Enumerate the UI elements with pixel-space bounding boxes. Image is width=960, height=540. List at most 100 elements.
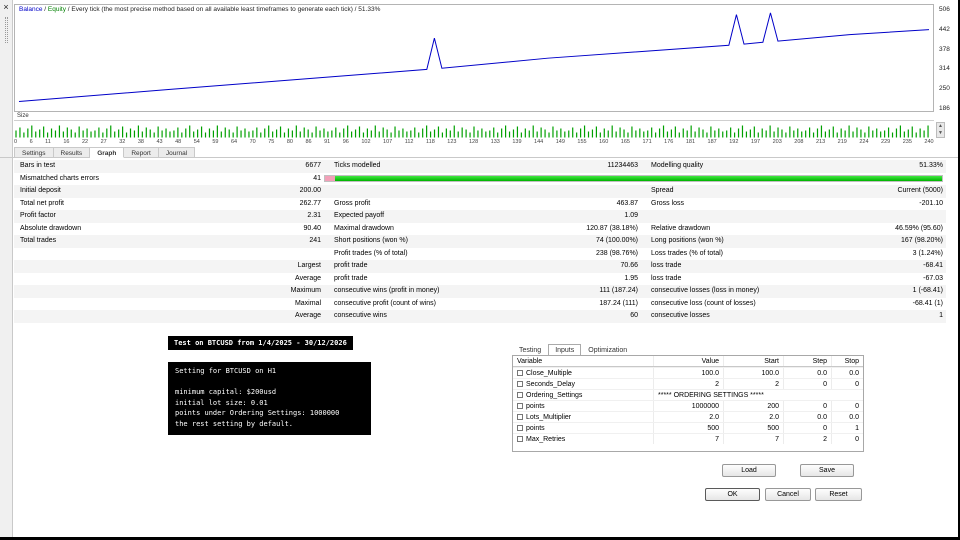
param-start[interactable]: 2 bbox=[723, 379, 783, 389]
variable-cell: points bbox=[513, 423, 653, 433]
input-row: Close_Multiple 100.0 100.0 0.0 0.0 bbox=[513, 367, 863, 378]
report-row: Profit factor 2.31 Expected payoff 1.09 bbox=[14, 210, 946, 223]
tester-tab-journal[interactable]: Journal bbox=[158, 147, 196, 158]
variable-name: points bbox=[526, 424, 545, 432]
param-value[interactable]: 1000000 bbox=[653, 401, 723, 411]
report-label bbox=[641, 210, 846, 223]
param-start[interactable]: 2.0 bbox=[723, 412, 783, 422]
spinner-down-icon[interactable]: ▼ bbox=[937, 130, 944, 137]
reset-button[interactable]: Reset bbox=[815, 488, 862, 501]
input-row: Max_Retries 7 7 2 0 bbox=[513, 433, 863, 444]
column-header-variable: Variable bbox=[517, 358, 543, 365]
param-value[interactable]: 100.0 bbox=[653, 368, 723, 378]
x-axis-tick: 75 bbox=[268, 139, 275, 145]
param-step[interactable]: 0 bbox=[783, 379, 831, 389]
x-axis-tick: 160 bbox=[599, 139, 609, 145]
param-start[interactable]: 500 bbox=[723, 423, 783, 433]
report-label: Ticks modelled bbox=[334, 162, 381, 169]
param-value[interactable]: 2 bbox=[653, 379, 723, 389]
optimize-checkbox[interactable] bbox=[517, 403, 523, 409]
param-start[interactable]: 7 bbox=[723, 434, 783, 444]
param-start[interactable]: 200 bbox=[723, 401, 783, 411]
x-axis-tick: 107 bbox=[383, 139, 393, 145]
param-step[interactable]: 0 bbox=[783, 423, 831, 433]
x-axis-tick: 144 bbox=[534, 139, 544, 145]
report-label: loss trade bbox=[651, 274, 682, 282]
tester-tab-report[interactable]: Report bbox=[124, 147, 159, 158]
report-label: Loss trades (% of total) bbox=[651, 249, 723, 257]
param-step[interactable]: 0.0 bbox=[783, 412, 831, 422]
param-stop[interactable]: 0.0 bbox=[831, 368, 863, 378]
report-value: 120.87 (38.18%) bbox=[586, 224, 638, 232]
report-value: -67.03 bbox=[923, 274, 943, 282]
optimize-checkbox[interactable] bbox=[517, 436, 523, 442]
report-value: 200.00 bbox=[299, 187, 321, 194]
param-step[interactable]: 0.0 bbox=[783, 368, 831, 378]
optimize-checkbox[interactable] bbox=[517, 414, 523, 420]
report-value: 463.87 bbox=[616, 199, 638, 207]
report-value: 6677 bbox=[305, 162, 321, 169]
optimize-checkbox[interactable] bbox=[517, 392, 523, 398]
optimize-checkbox[interactable] bbox=[517, 425, 523, 431]
report-label: Modelling quality bbox=[651, 162, 704, 169]
report-value: 41 bbox=[313, 174, 321, 182]
param-step[interactable]: 0 bbox=[783, 401, 831, 411]
report-label: Gross loss bbox=[651, 199, 685, 207]
param-stop[interactable]: 0 bbox=[831, 401, 863, 411]
variable-cell: Seconds_Delay bbox=[513, 379, 653, 389]
x-axis-tick: 48 bbox=[175, 139, 182, 145]
size-scroll-spinner[interactable]: ▲ ▼ bbox=[936, 122, 945, 138]
report-row: Maximum consecutive wins (profit in money… bbox=[14, 285, 946, 298]
x-axis-tick: 240 bbox=[924, 139, 934, 145]
x-axis-tick: 219 bbox=[837, 139, 847, 145]
report-value: 241 bbox=[309, 237, 321, 244]
report-label: Bars in test bbox=[20, 162, 56, 169]
inputs-table-header: Variable Value Start Step Stop bbox=[513, 356, 863, 367]
optimize-checkbox[interactable] bbox=[517, 381, 523, 387]
save-button[interactable]: Save bbox=[800, 464, 854, 477]
param-stop[interactable]: 0 bbox=[831, 379, 863, 389]
variable-cell: Max_Retries bbox=[513, 434, 653, 444]
tester-tab-graph[interactable]: Graph bbox=[90, 147, 125, 158]
x-axis-tick: 128 bbox=[468, 139, 479, 145]
column-header-stop: Stop bbox=[831, 356, 863, 366]
param-value[interactable]: 2.0 bbox=[653, 412, 723, 422]
tester-tab-settings[interactable]: Settings bbox=[14, 147, 54, 158]
report-label: consecutive wins bbox=[334, 312, 387, 319]
report-value: Maximum bbox=[290, 287, 321, 294]
spinner-up-icon[interactable]: ▲ bbox=[937, 123, 944, 130]
optimize-checkbox[interactable] bbox=[517, 370, 523, 376]
report-label: Short positions (won %) bbox=[334, 237, 408, 244]
param-step[interactable]: 2 bbox=[783, 434, 831, 444]
x-axis-tick: 208 bbox=[794, 139, 804, 145]
param-start[interactable]: 100.0 bbox=[723, 368, 783, 378]
drag-grip[interactable] bbox=[4, 17, 8, 43]
cancel-button[interactable]: Cancel bbox=[765, 488, 811, 501]
x-axis-tick: 203 bbox=[772, 139, 782, 145]
load-button[interactable]: Load bbox=[722, 464, 776, 477]
param-value[interactable]: 500 bbox=[653, 423, 723, 433]
report-value: 74 (100.00%) bbox=[595, 237, 638, 244]
close-icon[interactable]: × bbox=[1, 2, 12, 13]
ok-button[interactable]: OK bbox=[705, 488, 760, 501]
column-header-start: Start bbox=[723, 356, 783, 366]
y-axis-labels: 506 442 378 314 250 186 bbox=[936, 6, 958, 112]
report-row: Largest profit trade 70.66 loss trade -68.41 bbox=[14, 260, 946, 273]
report-value: -201.10 bbox=[919, 199, 943, 207]
x-axis-tick: 192 bbox=[729, 139, 739, 145]
param-stop[interactable]: 0 bbox=[831, 434, 863, 444]
param-value[interactable]: 7 bbox=[653, 434, 723, 444]
x-axis-tick: 165 bbox=[620, 139, 630, 145]
param-value[interactable]: ***** ORDERING SETTINGS ***** bbox=[653, 390, 863, 400]
report-label: consecutive losses (loss in money) bbox=[651, 287, 760, 294]
report-value: Current (5000) bbox=[897, 187, 943, 194]
tester-tab-results[interactable]: Results bbox=[53, 147, 91, 158]
report-label: profit trade bbox=[334, 262, 368, 269]
y-axis-tick: 314 bbox=[939, 65, 950, 73]
x-axis-tick: 149 bbox=[555, 139, 565, 145]
modelling-quality-bar bbox=[324, 175, 943, 183]
report-value: 1 bbox=[939, 312, 943, 319]
param-stop[interactable]: 1 bbox=[831, 423, 863, 433]
param-stop[interactable]: 0.0 bbox=[831, 412, 863, 422]
panel-left-strip: × bbox=[0, 0, 13, 537]
